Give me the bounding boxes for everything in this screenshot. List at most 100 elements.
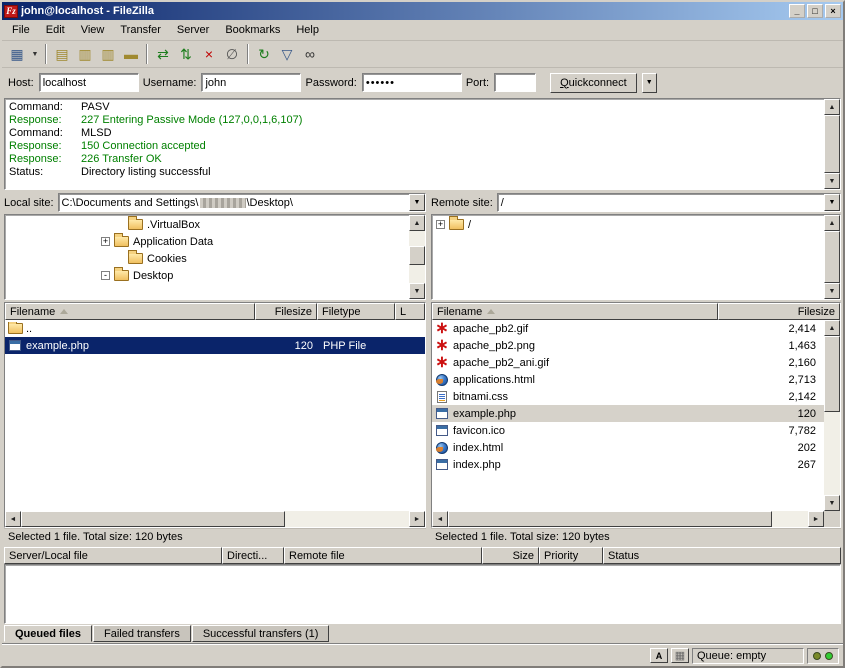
close-button[interactable]: × [825, 4, 841, 18]
column-header-filename[interactable]: Filename [432, 303, 718, 320]
queue-column-remote-file[interactable]: Remote file [284, 547, 482, 564]
file-row[interactable]: favicon.ico 7,782 [432, 422, 824, 439]
host-input[interactable]: localhost [39, 73, 139, 92]
scroll-up-icon[interactable]: ▲ [824, 320, 840, 336]
status-bar: A ▦ Queue: empty [2, 644, 843, 666]
queue-column-size[interactable]: Size [482, 547, 539, 564]
toggle-remote-tree-icon[interactable]: ▥ [97, 43, 119, 65]
site-manager-dropdown-icon[interactable]: ▼ [29, 43, 41, 65]
file-row[interactable]: ∗apache_pb2_ani.gif 2,160 [432, 354, 824, 371]
tree-expand-icon[interactable]: + [101, 237, 110, 246]
scroll-left-icon[interactable]: ◄ [432, 511, 448, 527]
column-header-last-modified[interactable]: L [395, 303, 425, 320]
queue-column-direction[interactable]: Directi... [222, 547, 284, 564]
username-input[interactable]: john [201, 73, 301, 92]
disconnect-icon[interactable]: ∅ [221, 43, 243, 65]
maximize-button[interactable]: □ [807, 4, 823, 18]
queue-column-priority[interactable]: Priority [539, 547, 603, 564]
file-row-example-php[interactable]: example.php 120 PHP File [5, 337, 425, 354]
scroll-up-icon[interactable]: ▲ [409, 215, 425, 231]
filter-icon[interactable]: ▽ [276, 43, 298, 65]
file-row[interactable]: ∗apache_pb2.png 1,463 [432, 337, 824, 354]
remote-tree-scrollbar[interactable]: ▲ ▼ [824, 215, 840, 299]
remote-horizontal-scrollbar[interactable]: ◄ ► [432, 511, 824, 527]
folder-icon [8, 323, 23, 334]
tree-item-root[interactable]: + / [432, 216, 824, 233]
scrollbar-thumb[interactable] [21, 511, 285, 527]
menu-edit[interactable]: Edit [38, 21, 73, 39]
tree-item-cookies[interactable]: Cookies [5, 250, 409, 267]
combo-dropdown-icon[interactable]: ▼ [409, 194, 425, 211]
column-header-filesize[interactable]: Filesize [255, 303, 317, 320]
tree-collapse-icon[interactable]: - [101, 271, 110, 280]
sort-ascending-icon [60, 309, 68, 314]
menu-server[interactable]: Server [169, 21, 217, 39]
quickconnect-button[interactable]: Quickconnect [550, 73, 637, 93]
column-header-filetype[interactable]: Filetype [317, 303, 395, 320]
cancel-icon[interactable]: × [198, 43, 220, 65]
menu-transfer[interactable]: Transfer [112, 21, 169, 39]
tree-item-virtualbox[interactable]: .VirtualBox [5, 216, 409, 233]
scroll-down-icon[interactable]: ▼ [409, 283, 425, 299]
scroll-right-icon[interactable]: ► [808, 511, 824, 527]
file-row[interactable]: applications.html 2,713 [432, 371, 824, 388]
scroll-left-icon[interactable]: ◄ [5, 511, 21, 527]
remote-site-combo[interactable]: / ▼ [497, 193, 841, 212]
titlebar[interactable]: Fz john@localhost - FileZilla _ □ × [2, 2, 843, 20]
find-icon[interactable]: ∞ [299, 43, 321, 65]
toggle-log-icon[interactable]: ▤ [51, 43, 73, 65]
scrollbar-thumb[interactable] [448, 511, 772, 527]
tab-failed-transfers[interactable]: Failed transfers [93, 625, 191, 642]
process-queue-icon[interactable]: ⇅ [175, 43, 197, 65]
tree-item-application-data[interactable]: + Application Data [5, 233, 409, 250]
remote-status-text: Selected 1 file. Total size: 120 bytes [431, 528, 841, 545]
tree-item-desktop[interactable]: - Desktop [5, 267, 409, 284]
tab-successful-transfers[interactable]: Successful transfers (1) [192, 625, 330, 642]
minimize-button[interactable]: _ [789, 4, 805, 18]
menu-view[interactable]: View [73, 21, 113, 39]
combo-dropdown-icon[interactable]: ▼ [824, 194, 840, 211]
local-tree-scrollbar[interactable]: ▲ ▼ [409, 215, 425, 299]
column-header-filesize[interactable]: Filesize [718, 303, 840, 320]
port-input[interactable] [494, 73, 536, 92]
queue-tabs: Queued files Failed transfers Successful… [2, 624, 843, 644]
scroll-up-icon[interactable]: ▲ [824, 215, 840, 231]
scrollbar-thumb[interactable] [409, 246, 425, 266]
toggle-queue-icon[interactable]: ▬ [120, 43, 142, 65]
log-vertical-scrollbar[interactable]: ▲ ▼ [824, 99, 840, 189]
password-input[interactable]: •••••• [362, 73, 462, 92]
scroll-right-icon[interactable]: ► [409, 511, 425, 527]
scrollbar-thumb[interactable] [824, 231, 840, 283]
queue-column-server-local-file[interactable]: Server/Local file [4, 547, 222, 564]
scroll-up-icon[interactable]: ▲ [824, 99, 840, 115]
scroll-down-icon[interactable]: ▼ [824, 173, 840, 189]
file-row[interactable]: index.php 267 [432, 456, 824, 473]
filezilla-window: Fz john@localhost - FileZilla _ □ × File… [0, 0, 845, 668]
queue-list-area[interactable] [4, 564, 841, 624]
menu-help[interactable]: Help [288, 21, 327, 39]
local-site-combo[interactable]: C:\Documents and Settings\\Desktop\ ▼ [58, 193, 426, 212]
tree-expand-icon[interactable]: + [436, 220, 445, 229]
scrollbar-thumb[interactable] [824, 336, 840, 412]
column-header-filename[interactable]: Filename [5, 303, 255, 320]
scrollbar-thumb[interactable] [824, 115, 840, 173]
toggle-local-tree-icon[interactable]: ▥ [74, 43, 96, 65]
local-horizontal-scrollbar[interactable]: ◄ ► [5, 511, 425, 527]
quickconnect-dropdown-icon[interactable]: ▼ [642, 73, 657, 93]
file-row-example-php[interactable]: example.php 120 [432, 405, 824, 422]
site-manager-icon[interactable]: ▦ [6, 43, 28, 65]
menu-bookmarks[interactable]: Bookmarks [217, 21, 288, 39]
file-row-parent-dir[interactable]: .. [5, 320, 425, 337]
file-row[interactable]: index.html 202 [432, 439, 824, 456]
scroll-down-icon[interactable]: ▼ [824, 495, 840, 511]
refresh-icon[interactable]: ⇄ [152, 43, 174, 65]
remote-list-scrollbar[interactable]: ▲ ▼ [824, 320, 840, 511]
reconnect-icon[interactable]: ↻ [253, 43, 275, 65]
scroll-down-icon[interactable]: ▼ [824, 283, 840, 299]
file-row[interactable]: bitnami.css 2,142 [432, 388, 824, 405]
queue-column-status[interactable]: Status [603, 547, 841, 564]
file-row[interactable]: ∗apache_pb2.gif 2,414 [432, 320, 824, 337]
menu-file[interactable]: File [4, 21, 38, 39]
remote-directory-tree: + / ▲ ▼ [431, 214, 841, 300]
tab-queued-files[interactable]: Queued files [4, 625, 92, 642]
